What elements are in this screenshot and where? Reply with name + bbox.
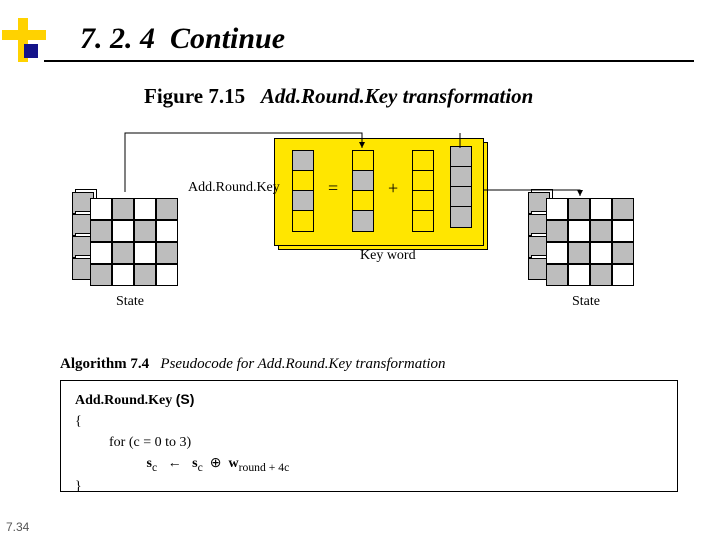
algo-close-brace: } (75, 476, 663, 497)
algo-rhs2-var: w (229, 456, 239, 471)
figure-title: Add.Round.Key transformation (261, 84, 533, 108)
algorithm-label: Algorithm 7.4 (60, 356, 149, 372)
page-number: 7.34 (6, 520, 29, 534)
algo-assign-arrow: ← (168, 456, 182, 471)
algo-loop: for (c = 0 to 3) (109, 435, 191, 450)
algorithm-header: Algorithm 7.4 Pseudocode for Add.Round.K… (60, 356, 446, 373)
algo-lhs-sub: c (152, 461, 157, 474)
section-title: Continue (170, 22, 285, 55)
algo-fn-name: Add.Round.Key (75, 393, 172, 408)
figure-label: Figure 7.15 (144, 84, 245, 108)
heading-rule (44, 60, 694, 62)
algo-rhs1-sub: c (198, 461, 203, 474)
algo-open-brace: { (75, 411, 663, 432)
algo-oplus: ⊕ (210, 456, 222, 471)
figure-diagram: State Add.Round.Key = + Key word State (60, 130, 660, 340)
algo-fn-arg: (S) (176, 391, 195, 407)
algorithm-box: Add.Round.Key (S) { for (c = 0 to 3) sc … (60, 380, 678, 492)
section-number: 7. 2. 4 (80, 22, 155, 55)
algorithm-caption: Pseudocode for Add.Round.Key transformat… (160, 356, 445, 372)
algo-rhs2-sub: round + 4c (239, 461, 290, 474)
diagram-arrows (60, 130, 660, 340)
